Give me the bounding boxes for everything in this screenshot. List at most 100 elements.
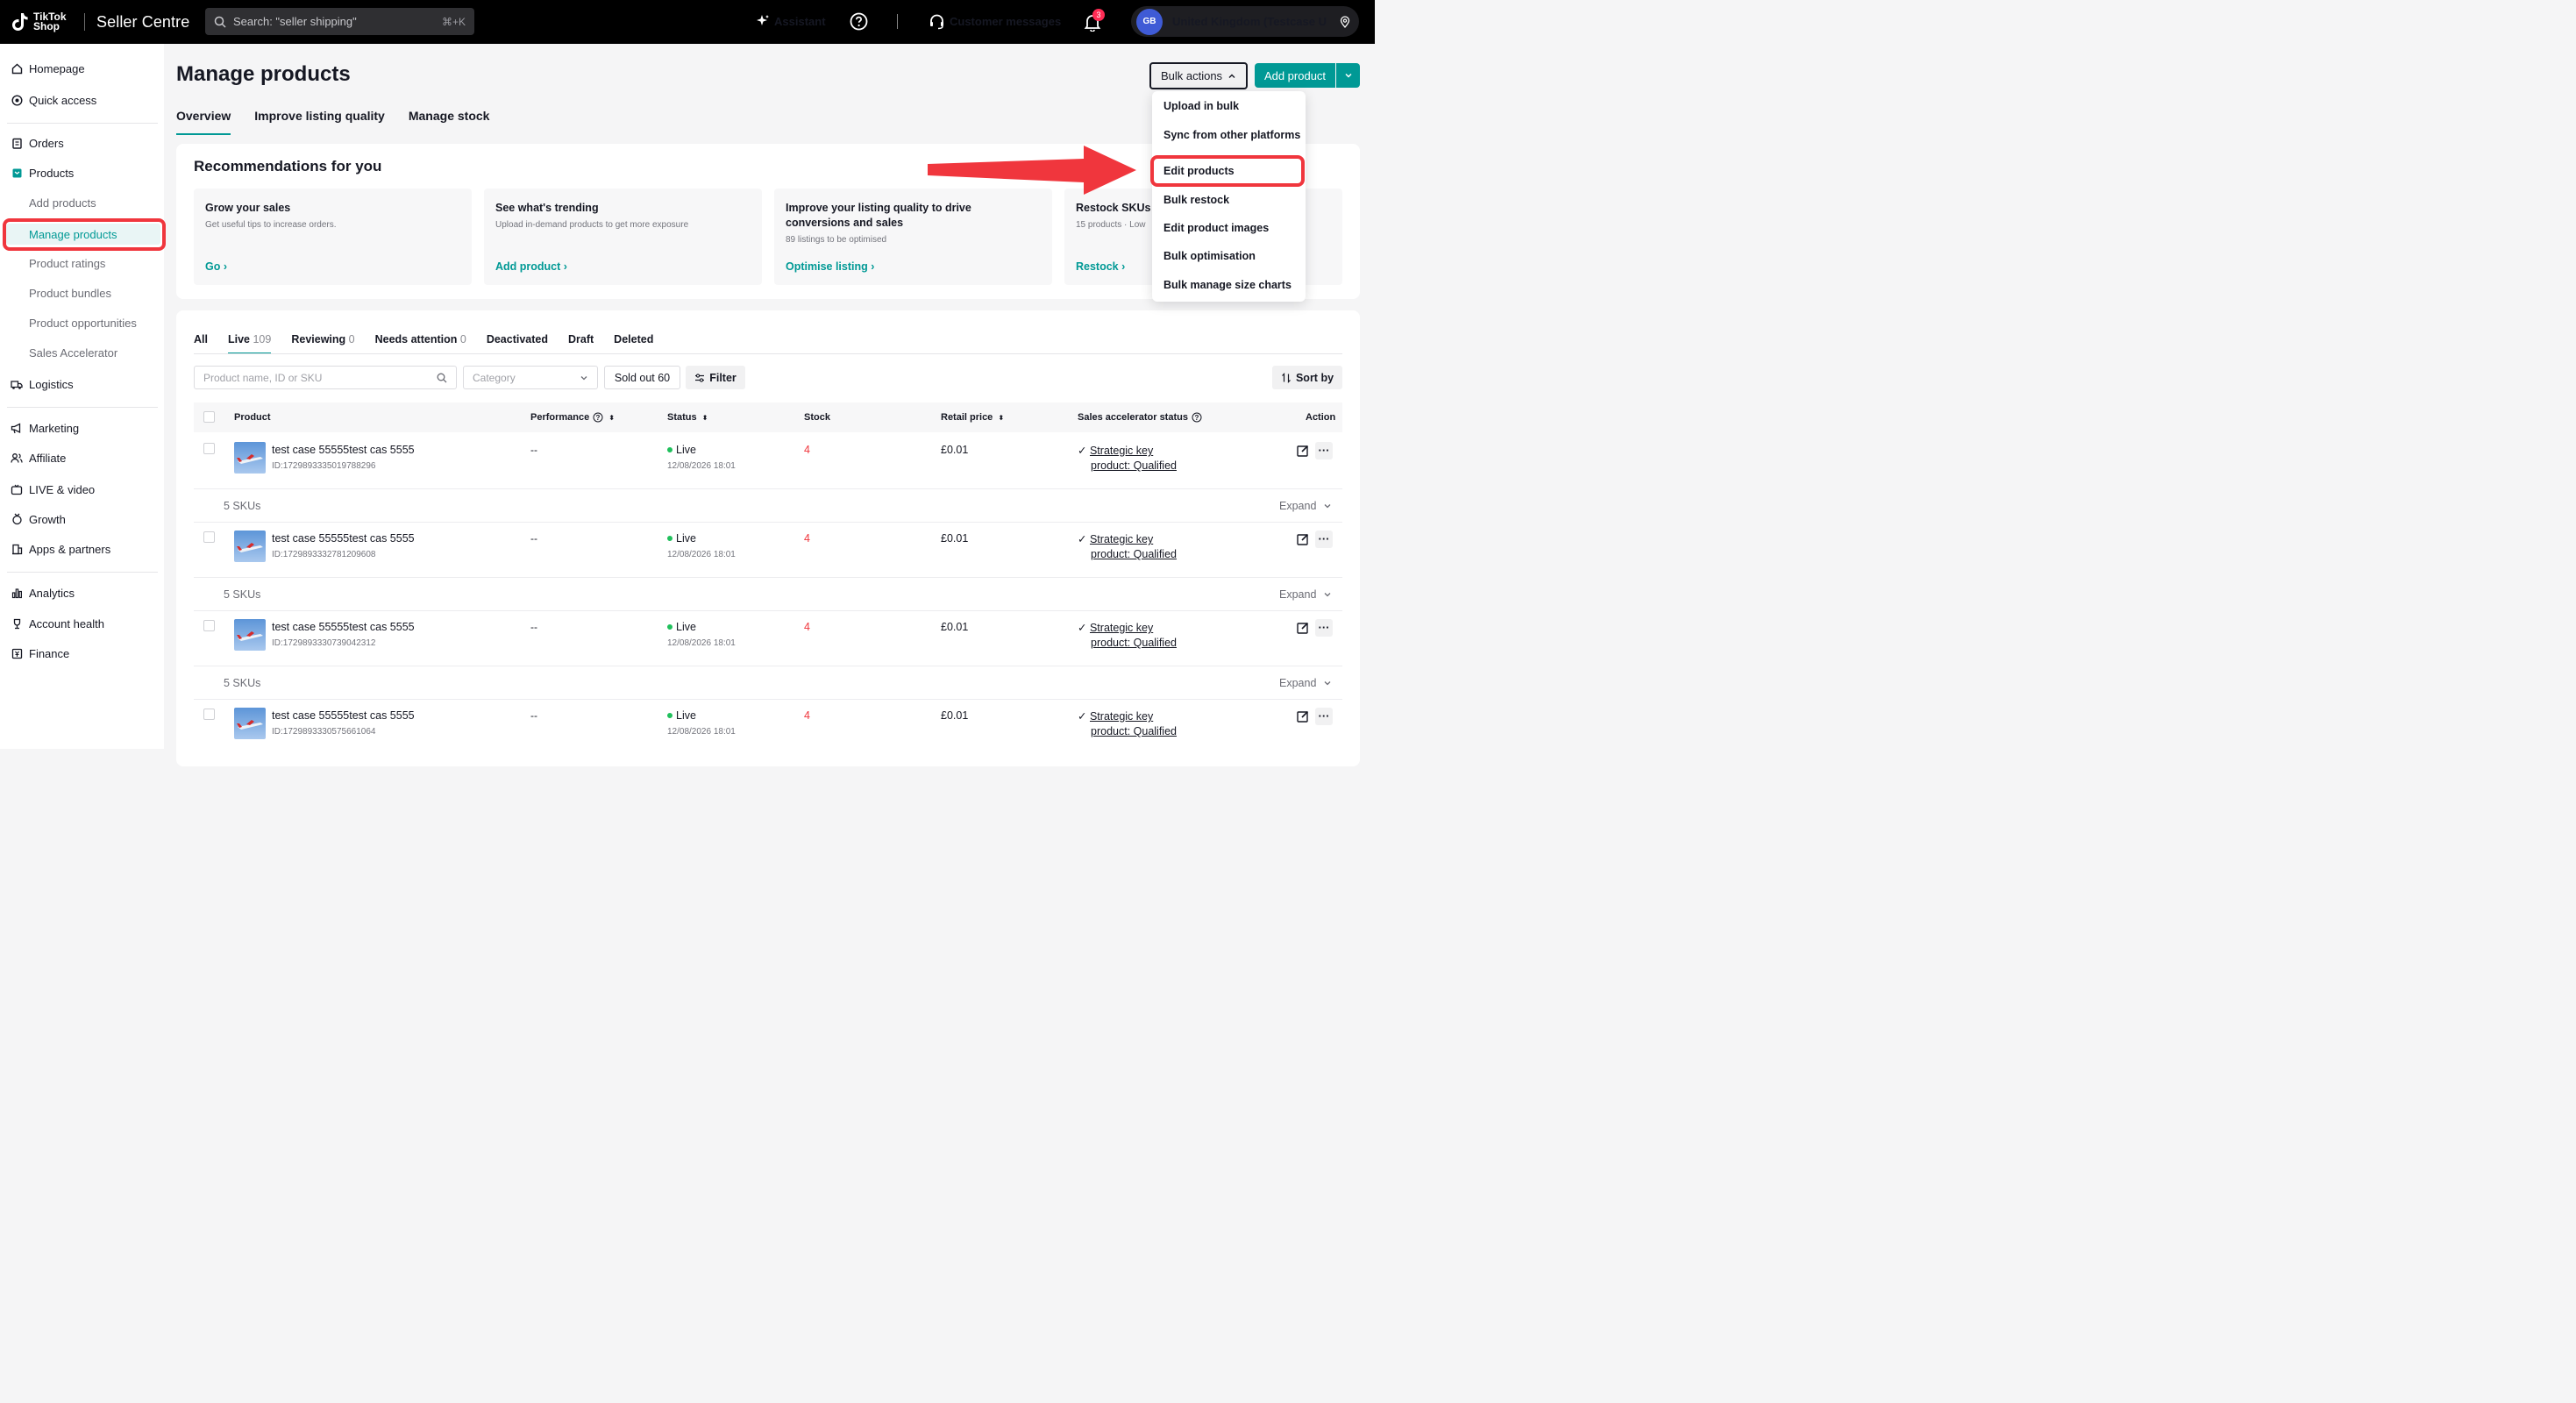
sold-out-filter-button[interactable]: Sold out 60	[604, 366, 680, 389]
table-row: test case 55555test cas 5555 ID:17298933…	[194, 433, 1342, 512]
global-search-input[interactable]: Search: "seller shipping" ⌘+K	[205, 8, 474, 35]
sales-accelerator-value: ✓ Strategic key product: Qualified	[1078, 533, 1177, 560]
rec-card-link[interactable]: Restock ›	[1076, 260, 1125, 273]
nav-divider	[7, 572, 158, 573]
header-status[interactable]: Status ⬍	[667, 412, 708, 423]
search-icon	[437, 373, 447, 382]
edit-icon[interactable]	[1294, 619, 1312, 637]
add-product-button[interactable]: Add product	[1255, 63, 1335, 88]
product-search-input[interactable]: Product name, ID or SKU	[194, 366, 457, 389]
nav-quick-access[interactable]: Quick access	[0, 88, 164, 112]
more-actions-button[interactable]: ···	[1315, 708, 1333, 725]
nav-account-health[interactable]: Account health	[0, 611, 164, 636]
megaphone-icon	[11, 422, 21, 433]
status-date: 12/08/2026 18:01	[667, 727, 736, 737]
product-name[interactable]: test case 55555test cas 5555	[272, 709, 415, 722]
nav-products[interactable]: Products	[0, 160, 164, 185]
menu-item-sync-platforms[interactable]: Sync from other platforms	[1163, 129, 1300, 141]
status-tab-deleted[interactable]: Deleted	[614, 333, 653, 353]
sku-count: 5 SKUs	[224, 588, 261, 601]
nav-live-video[interactable]: LIVE & video	[0, 477, 164, 502]
check-icon: ✓	[1078, 622, 1087, 634]
row-checkbox[interactable]	[203, 709, 215, 720]
tab-manage-stock[interactable]: Manage stock	[409, 109, 490, 133]
status-tab-deactivated[interactable]: Deactivated	[487, 333, 548, 353]
nav-marketing[interactable]: Marketing	[0, 416, 164, 440]
nav-add-products[interactable]: Add products	[0, 190, 164, 215]
product-name[interactable]: test case 55555test cas 5555	[272, 444, 415, 456]
nav-product-bundles[interactable]: Product bundles	[0, 281, 164, 305]
row-checkbox[interactable]	[203, 443, 215, 454]
status-tab-needs-attention[interactable]: Needs attention 0	[375, 333, 466, 353]
sort-icon	[1282, 372, 1291, 383]
stock-value[interactable]: 4	[804, 709, 810, 722]
nav-growth[interactable]: Growth	[0, 507, 164, 531]
product-thumbnail[interactable]	[234, 619, 266, 651]
sort-arrows-icon: ⬍	[998, 413, 1005, 422]
customer-messages-button[interactable]: Customer messages	[929, 13, 1061, 30]
tiktok-shop-logo[interactable]: TikTok Shop	[11, 11, 84, 32]
expand-button[interactable]: Expand	[1279, 500, 1332, 512]
filter-button[interactable]: Filter	[686, 366, 745, 389]
menu-item-bulk-restock[interactable]: Bulk restock	[1163, 194, 1229, 206]
status-tab-reviewing[interactable]: Reviewing 0	[291, 333, 354, 353]
header-retail-price[interactable]: Retail price ⬍	[941, 412, 1004, 423]
nav-finance[interactable]: Finance	[0, 641, 164, 666]
stock-value[interactable]: 4	[804, 621, 810, 633]
product-thumbnail[interactable]	[234, 708, 266, 739]
expand-button[interactable]: Expand	[1279, 588, 1332, 601]
account-name: United Kingdom (Testcase U...	[1172, 15, 1327, 28]
bulk-actions-button[interactable]: Bulk actions	[1149, 62, 1248, 89]
menu-item-edit-product-images[interactable]: Edit product images	[1163, 222, 1269, 234]
help-icon[interactable]	[850, 12, 868, 31]
nav-orders[interactable]: Orders	[0, 131, 164, 155]
more-actions-button[interactable]: ···	[1315, 531, 1333, 548]
nav-logistics[interactable]: Logistics	[0, 372, 164, 396]
nav-analytics[interactable]: Analytics	[0, 580, 164, 605]
more-actions-button[interactable]: ···	[1315, 619, 1333, 637]
tiktok-logo-icon	[12, 13, 28, 31]
status-tab-live[interactable]: Live 109	[227, 333, 272, 354]
rec-card-link[interactable]: Go ›	[205, 260, 227, 273]
chevron-right-icon: ›	[223, 260, 228, 273]
nav-product-ratings[interactable]: Product ratings	[0, 251, 164, 275]
nav-homepage[interactable]: Homepage	[0, 56, 164, 81]
edit-icon[interactable]	[1294, 708, 1312, 725]
nav-affiliate[interactable]: Affiliate	[0, 445, 164, 470]
edit-icon[interactable]	[1294, 442, 1312, 459]
page-tabs: Overview Improve listing quality Manage …	[176, 109, 513, 135]
product-thumbnail[interactable]	[234, 531, 266, 562]
menu-item-upload-in-bulk[interactable]: Upload in bulk	[1163, 100, 1239, 112]
stock-value[interactable]: 4	[804, 444, 810, 456]
nav-apps-partners[interactable]: Apps & partners	[0, 537, 164, 561]
chevron-down-icon	[1324, 504, 1331, 509]
product-name[interactable]: test case 55555test cas 5555	[272, 532, 415, 545]
select-all-checkbox[interactable]	[203, 411, 215, 423]
status-tab-all[interactable]: All	[194, 333, 208, 353]
header-performance[interactable]: Performance ? ⬍	[530, 412, 615, 423]
edit-icon[interactable]	[1294, 531, 1312, 548]
category-select[interactable]: Category	[463, 366, 598, 389]
nav-product-opportunities[interactable]: Product opportunities	[0, 310, 164, 335]
expand-button[interactable]: Expand	[1279, 677, 1332, 689]
more-actions-button[interactable]: ···	[1315, 442, 1333, 459]
tab-overview[interactable]: Overview	[176, 109, 231, 135]
product-name[interactable]: test case 55555test cas 5555	[272, 621, 415, 633]
status-tab-draft[interactable]: Draft	[568, 333, 594, 353]
menu-item-bulk-size-charts[interactable]: Bulk manage size charts	[1163, 279, 1292, 291]
rec-card-link[interactable]: Optimise listing ›	[786, 260, 874, 273]
rec-card-link[interactable]: Add product ›	[495, 260, 567, 273]
product-thumbnail[interactable]	[234, 442, 266, 474]
price-value: £0.01	[941, 532, 969, 545]
sort-by-button[interactable]: Sort by	[1272, 366, 1342, 389]
stock-value[interactable]: 4	[804, 532, 810, 545]
tab-improve-listing-quality[interactable]: Improve listing quality	[254, 109, 385, 133]
add-product-dropdown-button[interactable]	[1336, 63, 1360, 88]
assistant-button[interactable]: Assistant	[756, 14, 826, 28]
account-switcher[interactable]: GB United Kingdom (Testcase U...	[1131, 6, 1359, 37]
nav-analytics-label: Analytics	[29, 586, 75, 600]
row-checkbox[interactable]	[203, 620, 215, 631]
menu-item-bulk-optimisation[interactable]: Bulk optimisation	[1163, 250, 1256, 262]
nav-sales-accelerator[interactable]: Sales Accelerator	[0, 340, 164, 365]
row-checkbox[interactable]	[203, 531, 215, 543]
